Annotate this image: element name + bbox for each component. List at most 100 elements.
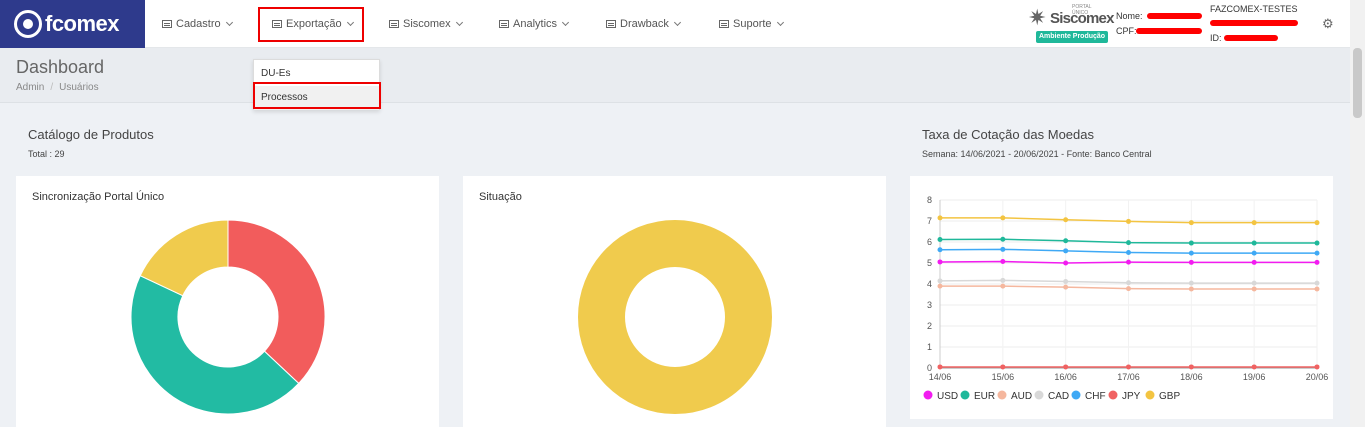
legend-label[interactable]: CHF <box>1085 391 1106 402</box>
legend-marker[interactable] <box>1071 390 1081 400</box>
scrollbar-thumb[interactable] <box>1353 48 1362 118</box>
list-icon <box>606 20 616 28</box>
y-tick-label: 3 <box>927 300 932 310</box>
data-point-cad[interactable] <box>937 278 943 284</box>
data-point-cad[interactable] <box>1063 278 1069 284</box>
nav-suporte-label: Suporte <box>733 18 772 30</box>
data-point-aud[interactable] <box>1251 286 1257 292</box>
data-point-eur[interactable] <box>937 236 943 242</box>
data-point-gbp[interactable] <box>1063 217 1069 223</box>
data-point-usd[interactable] <box>1063 260 1069 266</box>
data-point-gbp[interactable] <box>1126 218 1131 224</box>
data-point-eur[interactable] <box>1314 240 1320 246</box>
data-point-eur[interactable] <box>1000 236 1006 242</box>
data-point-aud[interactable] <box>937 283 943 289</box>
legend-marker[interactable] <box>1108 390 1118 400</box>
data-point-jpy[interactable] <box>1188 364 1194 370</box>
donut-slice <box>578 220 772 414</box>
data-point-gbp[interactable] <box>1000 215 1006 221</box>
redaction-mark <box>1147 13 1202 19</box>
data-point-usd[interactable] <box>937 259 943 265</box>
chevron-down-icon <box>673 18 681 27</box>
nav-siscomex[interactable]: Siscomex <box>389 0 463 48</box>
highlight-processos <box>253 82 381 109</box>
data-point-cad[interactable] <box>1314 280 1320 286</box>
data-point-eur[interactable] <box>1251 240 1257 246</box>
nav-suporte[interactable]: Suporte <box>719 0 784 48</box>
data-point-aud[interactable] <box>1063 284 1069 290</box>
data-point-usd[interactable] <box>1188 259 1194 265</box>
legend-marker[interactable] <box>960 390 970 400</box>
catalog-title: Catálogo de Produtos <box>28 127 154 142</box>
data-point-cad[interactable] <box>1000 277 1006 283</box>
legend-label[interactable]: GBP <box>1159 391 1180 402</box>
data-point-chf[interactable] <box>1314 250 1320 256</box>
data-point-eur[interactable] <box>1063 238 1069 244</box>
data-point-usd[interactable] <box>1000 259 1006 265</box>
data-point-cad[interactable] <box>1126 280 1131 286</box>
data-point-chf[interactable] <box>937 247 943 253</box>
data-point-aud[interactable] <box>1126 286 1131 292</box>
data-point-chf[interactable] <box>1126 250 1131 255</box>
chevron-down-icon <box>776 18 784 27</box>
legend-label[interactable]: EUR <box>974 391 995 402</box>
data-point-usd[interactable] <box>1314 259 1320 265</box>
highlight-exportacao <box>258 7 364 42</box>
data-point-jpy[interactable] <box>1251 364 1257 370</box>
nav-cadastro[interactable]: Cadastro <box>162 0 233 48</box>
brand-logo[interactable]: fcomex <box>0 0 145 48</box>
y-tick-label: 6 <box>927 237 932 247</box>
legend-label[interactable]: CAD <box>1048 391 1069 402</box>
gear-icon[interactable]: ⚙ <box>1322 16 1334 32</box>
legend-marker[interactable] <box>1145 390 1155 400</box>
data-point-aud[interactable] <box>1314 286 1320 292</box>
data-point-chf[interactable] <box>1000 246 1006 252</box>
data-point-jpy[interactable] <box>1000 364 1006 370</box>
legend-label[interactable]: JPY <box>1122 391 1141 402</box>
legend-marker[interactable] <box>923 390 933 400</box>
status-card: Situação <box>463 176 886 427</box>
data-point-aud[interactable] <box>1000 283 1006 289</box>
data-point-eur[interactable] <box>1188 240 1194 246</box>
legend-label[interactable]: AUD <box>1011 391 1032 402</box>
data-point-jpy[interactable] <box>1063 364 1069 370</box>
legend-marker[interactable] <box>1034 390 1044 400</box>
redaction-mark <box>1224 35 1278 41</box>
vertical-scrollbar[interactable] <box>1350 0 1365 427</box>
top-navbar: fcomex Cadastro Exportação Siscomex Anal… <box>0 0 1350 48</box>
data-point-cad[interactable] <box>1251 280 1257 286</box>
data-point-usd[interactable] <box>1251 259 1257 265</box>
data-point-aud[interactable] <box>1188 286 1194 292</box>
donut-slice <box>227 219 326 385</box>
data-point-chf[interactable] <box>1063 248 1069 254</box>
y-tick-label: 1 <box>927 342 932 352</box>
data-point-chf[interactable] <box>1188 250 1194 256</box>
data-point-chf[interactable] <box>1251 250 1257 256</box>
data-point-gbp[interactable] <box>1251 220 1257 226</box>
x-tick-label: 14/06 <box>929 372 952 382</box>
data-point-gbp[interactable] <box>1314 220 1320 226</box>
nav-drawback[interactable]: Drawback <box>606 0 681 48</box>
data-point-jpy[interactable] <box>1126 364 1131 370</box>
nav-siscomex-label: Siscomex <box>403 18 451 30</box>
legend-marker[interactable] <box>997 390 1007 400</box>
data-point-cad[interactable] <box>1188 280 1194 286</box>
user-name-label: Nome: <box>1116 11 1143 21</box>
data-point-gbp[interactable] <box>1188 220 1194 226</box>
list-icon <box>162 20 172 28</box>
chevron-down-icon <box>561 18 570 27</box>
rates-subtitle: Semana: 14/06/2021 - 20/06/2021 - Fonte:… <box>922 149 1152 159</box>
nav-analytics[interactable]: Analytics <box>499 0 570 48</box>
breadcrumb-admin[interactable]: Admin <box>16 82 44 93</box>
data-point-eur[interactable] <box>1126 240 1131 246</box>
user-cpf-label: CPF: <box>1116 26 1137 36</box>
x-tick-label: 20/06 <box>1306 372 1329 382</box>
data-point-usd[interactable] <box>1126 259 1131 265</box>
breadcrumb-users[interactable]: Usuários <box>59 82 98 93</box>
data-point-jpy[interactable] <box>1314 364 1320 370</box>
data-point-jpy[interactable] <box>937 364 943 370</box>
data-point-gbp[interactable] <box>937 215 943 221</box>
legend-label[interactable]: USD <box>937 391 958 402</box>
nav-drawback-label: Drawback <box>620 18 669 30</box>
breadcrumb-separator: / <box>50 82 54 93</box>
